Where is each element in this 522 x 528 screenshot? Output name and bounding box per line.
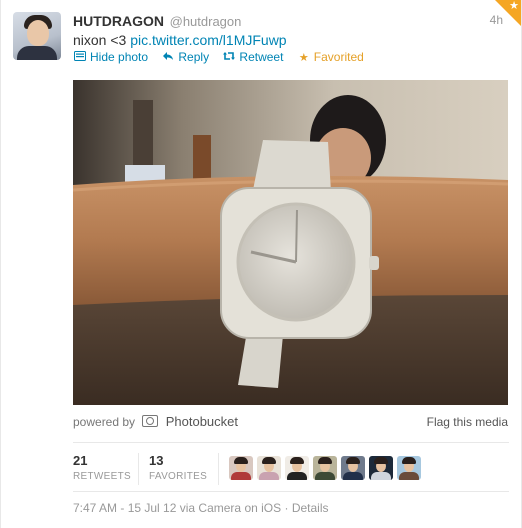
tweet-source: via Camera on iOS (179, 501, 282, 515)
tweet-header: HUTDRAGON @hutdragon (73, 12, 241, 31)
tweet-text: nixon <3 pic.twitter.com/l1MJFuwp (73, 30, 287, 50)
star-icon: ★ (509, 0, 519, 12)
flag-media-link[interactable]: Flag this media (427, 414, 508, 430)
favoriter-avatar[interactable] (341, 456, 365, 480)
tweet-meta: 7:47 AM - 15 Jul 12 via Camera on iOS · … (73, 501, 329, 515)
retweets-count: 21 (73, 453, 88, 468)
stat-separator (138, 453, 139, 485)
tweet-photo[interactable] (73, 80, 508, 405)
hide-photo-label: Hide photo (90, 50, 149, 64)
favoriter-avatar[interactable] (257, 456, 281, 480)
photo-icon (73, 50, 87, 66)
favoriter-avatar[interactable] (313, 456, 337, 480)
hide-photo-button[interactable]: Hide photo (73, 49, 148, 66)
details-link[interactable]: Details (292, 501, 329, 515)
retweet-label: Retweet (239, 50, 284, 64)
avatar[interactable] (13, 12, 61, 60)
reply-button[interactable]: Reply (161, 49, 209, 66)
retweet-icon (222, 50, 236, 66)
tweet-time[interactable]: 4h (490, 13, 503, 27)
camera-icon (142, 415, 159, 427)
media-footer: powered by Photobucket Flag this media (73, 414, 508, 430)
tweet-card: ★ HUTDRAGON @hutdragon 4h nixon <3 pic.t… (0, 0, 522, 528)
divider (73, 442, 509, 443)
retweets-label: RETWEETS (73, 471, 131, 482)
favoriter-avatar[interactable] (229, 456, 253, 480)
tweet-actions: Hide photo Reply Retweet ★ Favorited (73, 49, 374, 66)
powered-by-text: powered by (73, 415, 136, 429)
tweet-timestamp[interactable]: 7:47 AM - 15 Jul 12 (73, 501, 176, 515)
favorites-label: FAVORITES (149, 471, 208, 482)
favorited-label: Favorited (313, 50, 364, 64)
favorites-stat[interactable]: 13 FAVORITES (149, 453, 207, 484)
photobucket-link[interactable]: Photobucket (166, 414, 238, 429)
user-fullname[interactable]: HUTDRAGON (73, 13, 164, 29)
retweet-button[interactable]: Retweet (222, 49, 283, 66)
tweet-media-link[interactable]: pic.twitter.com/l1MJFuwp (130, 32, 286, 48)
reply-label: Reply (178, 50, 210, 64)
favorites-count: 13 (149, 453, 164, 468)
star-icon: ★ (298, 52, 309, 64)
divider (73, 491, 509, 492)
favoriter-avatar[interactable] (285, 456, 309, 480)
stat-separator (218, 453, 219, 485)
favoriter-avatar[interactable] (397, 456, 421, 480)
photo-image (73, 80, 508, 405)
reply-icon (161, 50, 175, 66)
user-handle[interactable]: @hutdragon (170, 14, 242, 29)
favoriters-avatars (229, 456, 425, 480)
retweets-stat[interactable]: 21 RETWEETS (73, 453, 131, 484)
tweet-text-body: nixon <3 (73, 32, 127, 48)
favorited-button[interactable]: ★ Favorited (297, 49, 364, 66)
favoriter-avatar[interactable] (369, 456, 393, 480)
